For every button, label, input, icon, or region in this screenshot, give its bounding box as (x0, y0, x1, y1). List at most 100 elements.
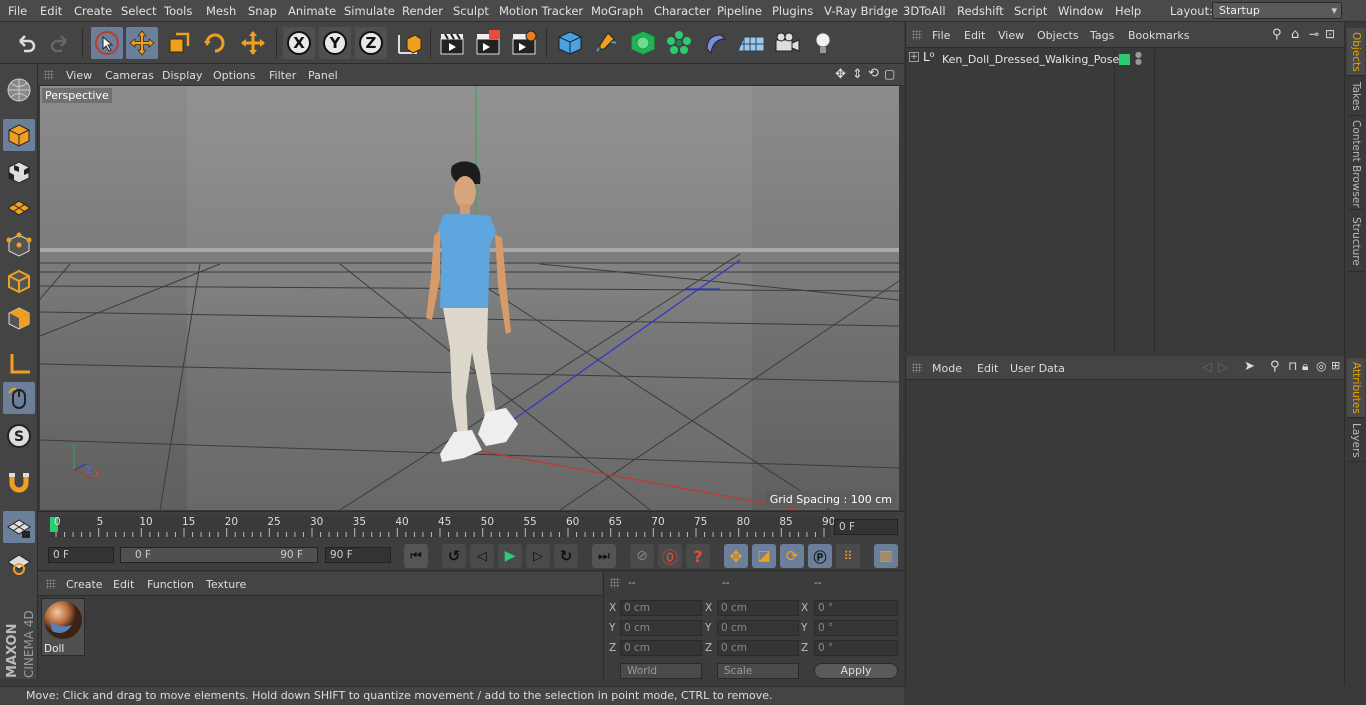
size-z-field[interactable]: 0 cm (717, 640, 799, 656)
viewport-dolly-icon[interactable]: ⇕ (852, 67, 863, 82)
snapping-button[interactable] (3, 466, 35, 498)
rotation-h-field[interactable]: 0 ° (814, 600, 898, 616)
viewport-menu-display[interactable]: Display (162, 69, 203, 82)
go-to-start-button[interactable]: ⏮ (404, 544, 428, 568)
scale-tool-button[interactable] (163, 27, 195, 59)
record-keys-disabled-button[interactable]: ⊘ (630, 544, 654, 568)
menu-mesh[interactable]: Mesh (206, 4, 236, 18)
timeline-ruler[interactable]: 0 5 10 15 20 25 30 35 40 45 50 55 60 65 70 75 80 85 90 0 F (38, 511, 904, 541)
y-axis-lock-button[interactable]: Y (319, 27, 351, 59)
viewport-menu-options[interactable]: Options (213, 69, 255, 82)
redo-button[interactable] (44, 27, 76, 59)
frame-range-slider[interactable]: 0 F 90 F (120, 547, 318, 563)
menu-file[interactable]: File (8, 4, 27, 18)
key-pla-button[interactable]: ⠿ (836, 544, 860, 568)
pen-spline-button[interactable] (590, 27, 622, 59)
z-axis-lock-button[interactable]: Z (355, 27, 387, 59)
model-mode-button[interactable] (3, 119, 35, 151)
recent-tools-button[interactable] (237, 27, 269, 59)
object-menu-objects[interactable]: Objects (1037, 29, 1079, 42)
edges-mode-button[interactable] (3, 265, 35, 297)
lock-icon[interactable]: 🔒︎ (1302, 359, 1308, 374)
layer-color-swatch[interactable] (1119, 54, 1130, 65)
menu-create[interactable]: Create (74, 4, 112, 18)
subdivision-surface-button[interactable] (627, 27, 659, 59)
menu-pipeline[interactable]: Pipeline (717, 4, 762, 18)
material-menu-create[interactable]: Create (66, 578, 103, 591)
menu-select[interactable]: Select (121, 4, 156, 18)
points-mode-button[interactable] (3, 229, 35, 261)
make-editable-button[interactable] (3, 74, 35, 106)
go-to-end-button[interactable]: ⏭ (592, 544, 616, 568)
menu-tools[interactable]: Tools (164, 4, 192, 18)
tab-content-browser[interactable]: Content Browser (1347, 118, 1365, 210)
viewport-camera-label[interactable]: Perspective (42, 88, 112, 103)
viewport-menu-cameras[interactable]: Cameras (105, 69, 154, 82)
menu-snap[interactable]: Snap (248, 4, 277, 18)
tab-takes[interactable]: Takes (1347, 78, 1365, 116)
key-position-button[interactable]: ✥ (724, 544, 748, 568)
new-panel-icon[interactable]: ⊞ (1331, 359, 1340, 372)
deformer-button[interactable] (699, 27, 731, 59)
expand-toggle-icon[interactable]: + (909, 52, 919, 62)
camera-object-button[interactable] (771, 27, 803, 59)
menu-redshift[interactable]: Redshift (957, 4, 1004, 18)
move-tool-button[interactable] (126, 27, 158, 59)
perspective-viewport[interactable]: Perspective Y Z X Grid Spacing : 100 cm (40, 86, 899, 510)
tab-attributes[interactable]: Attributes (1347, 358, 1365, 418)
viewport-maximize-icon[interactable]: ▢ (884, 67, 895, 81)
rotate-tool-button[interactable] (199, 27, 231, 59)
key-scale-button[interactable]: ◪ (752, 544, 776, 568)
menu-3dtoall[interactable]: 3DToAll (903, 4, 946, 18)
size-x-field[interactable]: 0 cm (717, 600, 799, 616)
solo-button[interactable]: S (3, 420, 35, 452)
size-y-field[interactable]: 0 cm (717, 620, 799, 636)
tab-structure[interactable]: Structure (1347, 212, 1365, 272)
menu-window[interactable]: Window (1058, 4, 1103, 18)
viewport-pan-icon[interactable]: ✥ (835, 67, 846, 82)
history-icon[interactable]: ⊓ (1288, 359, 1297, 373)
end-frame-field[interactable]: 90 F (325, 547, 391, 563)
menu-simulate[interactable]: Simulate (344, 4, 395, 18)
forward-arrow-icon[interactable]: ▷ (1218, 360, 1228, 375)
workplane-lock-button[interactable] (3, 511, 35, 543)
key-rotation-button[interactable]: ⟳ (780, 544, 804, 568)
back-arrow-icon[interactable]: ◁ (1202, 360, 1212, 375)
menu-mograph[interactable]: MoGraph (591, 4, 643, 18)
object-name[interactable]: Ken_Doll_Dressed_Walking_Pose (942, 53, 1119, 66)
play-button[interactable]: ▶ (498, 544, 522, 568)
attribute-search-icon[interactable]: ⚲ (1270, 359, 1280, 374)
attribute-menu-edit[interactable]: Edit (977, 362, 998, 375)
key-parameter-button[interactable]: Ⓟ (808, 544, 832, 568)
scale-mode-select[interactable]: Scale (717, 663, 799, 679)
menu-animate[interactable]: Animate (288, 4, 336, 18)
undo-button[interactable] (10, 27, 42, 59)
next-frame-button[interactable]: ▷ (526, 544, 550, 568)
material-menu-texture[interactable]: Texture (206, 578, 246, 591)
visibility-dots-icon[interactable]: ● ● (1135, 51, 1142, 66)
menu-vray-bridge[interactable]: V-Ray Bridge (824, 4, 898, 18)
render-view-button[interactable] (436, 27, 468, 59)
polygons-mode-button[interactable] (3, 302, 35, 334)
menu-motion-tracker[interactable]: Motion Tracker (499, 4, 583, 18)
start-frame-field[interactable]: 0 F (48, 547, 114, 563)
cube-object-button[interactable] (554, 27, 586, 59)
position-y-field[interactable]: 0 cm (620, 620, 702, 636)
current-frame-field[interactable]: 0 F (834, 519, 898, 535)
planar-workplane-button[interactable] (3, 548, 35, 580)
tweak-mode-button[interactable] (3, 382, 35, 414)
world-mode-select[interactable]: World (620, 663, 702, 679)
record-active-button[interactable]: ⓪ (658, 544, 682, 568)
tab-layers[interactable]: Layers (1347, 420, 1365, 462)
coordinate-system-button[interactable] (393, 27, 425, 59)
x-axis-lock-button[interactable]: X (283, 27, 315, 59)
object-row[interactable]: + L⁰ Ken_Doll_Dressed_Walking_Pose ● ● (906, 50, 1344, 69)
link-icon[interactable]: ⊸ (1309, 27, 1319, 41)
render-to-picture-viewer-button[interactable] (472, 27, 504, 59)
viewport-menu-panel[interactable]: Panel (308, 69, 338, 82)
viewport-rotate-icon[interactable]: ⟲ (868, 66, 879, 81)
rotation-b-field[interactable]: 0 ° (814, 640, 898, 656)
menu-sculpt[interactable]: Sculpt (453, 4, 489, 18)
viewport-menu-view[interactable]: View (66, 69, 92, 82)
position-z-field[interactable]: 0 cm (620, 640, 702, 656)
